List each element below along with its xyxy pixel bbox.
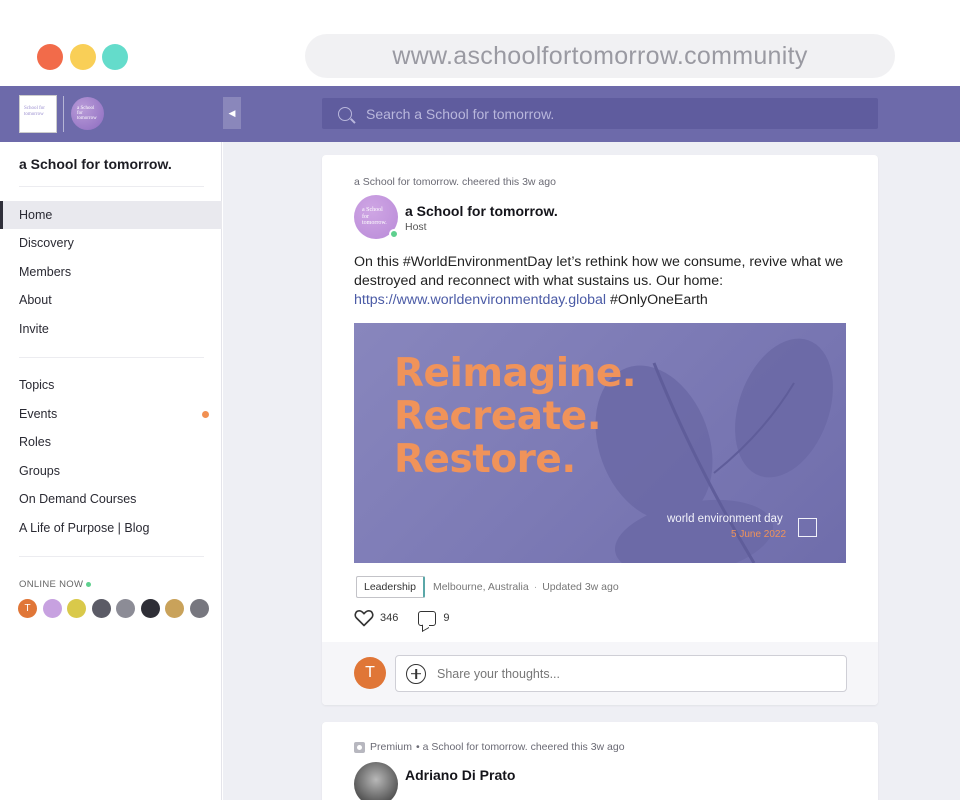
author-avatar[interactable]	[354, 762, 398, 800]
current-user-avatar[interactable]: T	[354, 657, 386, 689]
event-logo-icon	[798, 518, 817, 537]
post-body-hashtag: #OnlyOneEarth	[606, 292, 708, 308]
online-avatar-list: T	[18, 599, 214, 618]
window-maximize-button[interactable]	[102, 44, 128, 70]
sidebar-item-blog[interactable]: A Life of Purpose | Blog	[0, 514, 222, 542]
sidebar-item-home[interactable]: Home	[0, 201, 222, 229]
heart-icon[interactable]	[354, 609, 374, 627]
post-activity-text: • a School for tomorrow. cheered this 3w…	[416, 741, 625, 753]
browser-chrome: www.aschoolfortomorrow.community	[0, 0, 960, 86]
author-avatar-text: a School for tomorrow.	[362, 207, 387, 226]
chevron-left-icon: ◀	[228, 107, 236, 118]
sidebar-item-label: Groups	[19, 464, 60, 478]
online-user-avatar[interactable]	[140, 599, 160, 618]
sidebar-item-label: Discovery	[19, 236, 74, 250]
comment-input[interactable]: Share your thoughts...	[395, 655, 847, 692]
sidebar-item-label: About	[19, 293, 52, 307]
post-location: Melbourne, Australia	[432, 581, 529, 593]
sidebar-item-label: Home	[19, 208, 53, 222]
address-bar[interactable]: www.aschoolfortomorrow.community	[305, 34, 895, 78]
feed: a School for tomorrow. cheered this 3w a…	[223, 142, 960, 800]
add-attachment-icon[interactable]	[406, 663, 426, 684]
sidebar-item-groups[interactable]: Groups	[0, 457, 222, 485]
post-activity: a School for tomorrow. cheered this 3w a…	[354, 176, 556, 188]
online-user-avatar[interactable]	[67, 599, 86, 618]
online-now-text: ONLINE NOW	[19, 579, 84, 590]
sidebar-item-roles[interactable]: Roles	[0, 428, 222, 456]
online-user-avatar[interactable]	[42, 599, 62, 618]
window-minimize-button[interactable]	[70, 44, 96, 70]
community-avatar-logo[interactable]: a School for tomorrow	[71, 97, 104, 130]
post-updated: Updated 3w ago	[542, 581, 619, 593]
post-body-text: On this #WorldEnvironmentDay let’s rethi…	[354, 254, 844, 289]
sidebar-item-label: Members	[19, 265, 72, 279]
meta-separator: ·	[533, 581, 538, 593]
sidebar-item-members[interactable]: Members	[0, 258, 222, 286]
comment-composer: T Share your thoughts...	[322, 642, 878, 705]
premium-label: Premium	[370, 741, 413, 753]
topic-tag[interactable]: Leadership	[356, 576, 425, 598]
search-input[interactable]: Search a School for tomorrow.	[366, 106, 554, 122]
sidebar-item-topics[interactable]: Topics	[0, 371, 222, 399]
community-logo[interactable]: School for tomorrow	[19, 95, 57, 133]
author-role: Host	[405, 221, 427, 233]
logo-divider	[63, 96, 64, 132]
sidebar-divider	[19, 556, 204, 557]
image-event-name: world environment day	[667, 513, 783, 525]
online-now-label: ONLINE NOW	[19, 579, 92, 590]
sidebar: a School for tomorrow. Home Discovery Me…	[0, 142, 222, 800]
online-user-avatar[interactable]: T	[18, 599, 37, 618]
sidebar-item-label: Roles	[19, 435, 51, 449]
online-user-avatar[interactable]	[116, 599, 135, 618]
like-count: 346	[380, 612, 399, 624]
post-activity: Premium • a School for tomorrow. cheered…	[354, 741, 625, 753]
post-meta: Leadership Melbourne, Australia · Update…	[356, 576, 619, 598]
image-headline-2: Recreate.	[394, 394, 602, 439]
author-name[interactable]: a School for tomorrow.	[405, 203, 558, 219]
sidebar-item-discovery[interactable]: Discovery	[0, 229, 222, 257]
online-user-avatar[interactable]	[165, 599, 184, 618]
sidebar-divider	[19, 357, 204, 358]
post-body: On this #WorldEnvironmentDay let’s rethi…	[354, 253, 846, 310]
image-headline-3: Restore.	[394, 437, 576, 482]
comment-placeholder: Share your thoughts...	[437, 666, 560, 681]
comment-count: 9	[443, 612, 450, 624]
events-notification-badge	[202, 411, 209, 418]
search-icon	[338, 106, 352, 121]
post-image[interactable]: Reimagine. Recreate. Restore. world envi…	[354, 323, 846, 563]
sidebar-item-label: A Life of Purpose | Blog	[19, 521, 150, 535]
image-event-date: 5 June 2022	[731, 529, 787, 540]
post-card: a School for tomorrow. cheered this 3w a…	[322, 155, 878, 705]
author-online-indicator	[389, 229, 399, 239]
sidebar-item-about[interactable]: About	[0, 286, 222, 314]
online-user-avatar[interactable]	[91, 599, 111, 618]
sidebar-divider	[19, 186, 204, 187]
search-bar[interactable]: Search a School for tomorrow.	[322, 98, 878, 129]
sidebar-item-label: On Demand Courses	[19, 492, 137, 506]
sidebar-collapse-button[interactable]: ◀	[223, 97, 241, 129]
comment-icon[interactable]	[418, 610, 437, 626]
post-card: Premium • a School for tomorrow. cheered…	[322, 722, 878, 800]
community-name[interactable]: a School for tomorrow.	[19, 156, 172, 172]
window-close-button[interactable]	[37, 44, 63, 70]
post-link[interactable]: https://www.worldenvironmentday.global	[354, 292, 606, 308]
logo-circle-text: a School for tomorrow	[77, 106, 97, 121]
logo-text: School for tomorrow	[24, 106, 45, 117]
premium-icon	[354, 741, 365, 753]
post-reactions: 346 9	[354, 609, 449, 627]
author-name[interactable]: Adriano Di Prato	[405, 767, 515, 783]
image-headline-1: Reimagine.	[394, 351, 637, 396]
sidebar-item-invite[interactable]: Invite	[0, 315, 222, 343]
sidebar-item-label: Invite	[19, 322, 49, 336]
sidebar-item-events[interactable]: Events	[0, 400, 222, 428]
sidebar-item-on-demand-courses[interactable]: On Demand Courses	[0, 485, 222, 513]
sidebar-item-label: Topics	[19, 378, 55, 392]
online-status-dot	[86, 582, 92, 587]
sidebar-item-label: Events	[19, 407, 58, 421]
online-user-avatar[interactable]	[189, 599, 209, 618]
